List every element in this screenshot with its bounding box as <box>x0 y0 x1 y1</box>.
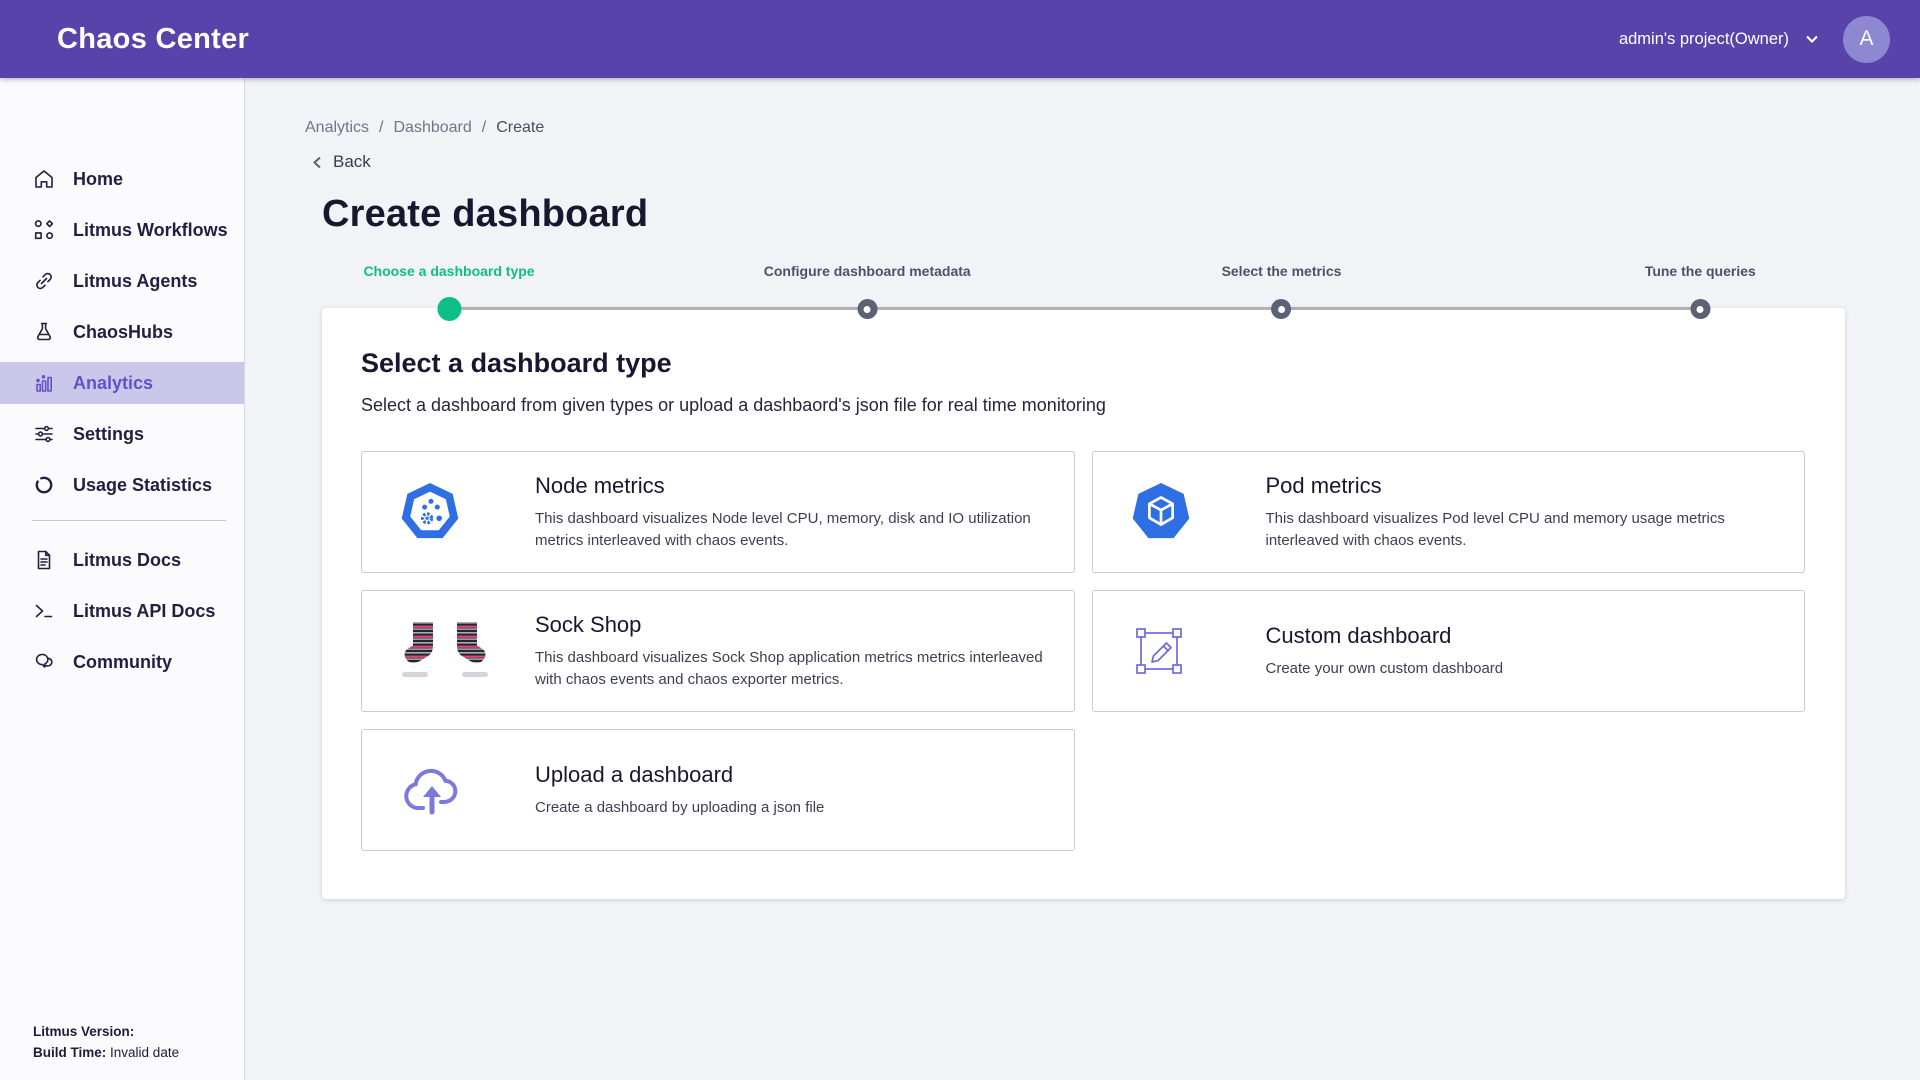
step-label: Choose a dashboard type <box>363 263 534 279</box>
api-docs-icon <box>32 599 56 623</box>
back-label: Back <box>333 152 371 172</box>
card-title: Upload a dashboard <box>535 762 1050 788</box>
upload-dashboard-icon <box>399 762 465 818</box>
sidebar-item-label: Community <box>73 652 172 673</box>
step-label: Tune the queries <box>1645 263 1756 279</box>
step-dot <box>857 299 877 319</box>
node-metrics-icon <box>399 481 461 543</box>
sidebar-item-chaoshubs[interactable]: ChaosHubs <box>0 311 244 353</box>
sidebar-item-analytics[interactable]: Analytics <box>0 362 244 404</box>
step-select-metrics: Select the metrics <box>1222 263 1342 279</box>
sidebar-item-label: Usage Statistics <box>73 475 212 496</box>
sidebar-footer: Litmus Version: Build Time: Invalid date <box>33 1021 179 1064</box>
home-icon <box>32 167 56 191</box>
step-configure-metadata: Configure dashboard metadata <box>764 263 971 279</box>
sock-shop-icon <box>399 620 491 682</box>
sidebar-item-settings[interactable]: Settings <box>0 413 244 455</box>
sidebar-divider <box>32 520 226 521</box>
breadcrumb-analytics[interactable]: Analytics <box>305 119 369 137</box>
stepper: Choose a dashboard type Configure dashbo… <box>322 263 1845 321</box>
sidebar-item-label: Home <box>73 169 123 190</box>
card-custom-dashboard[interactable]: Custom dashboard Create your own custom … <box>1092 590 1806 712</box>
sidebar-item-label: Litmus API Docs <box>73 601 215 622</box>
card-pod-metrics[interactable]: Pod metrics This dashboard visualizes Po… <box>1092 451 1806 573</box>
avatar[interactable]: A <box>1843 16 1890 63</box>
breadcrumb-separator: / <box>482 119 486 137</box>
workflows-icon <box>32 218 56 242</box>
app-header: Chaos Center admin's project(Owner) A <box>0 0 1920 78</box>
sidebar-item-litmus-workflows[interactable]: Litmus Workflows <box>0 209 244 251</box>
step-tune-queries: Tune the queries <box>1645 263 1756 279</box>
chaoshub-icon <box>32 320 56 344</box>
stepper-track <box>449 307 1700 310</box>
panel-subheading: Select a dashboard from given types or u… <box>361 395 1805 416</box>
docs-icon <box>32 548 56 572</box>
step-dot-active <box>437 297 461 321</box>
page-title: Create dashboard <box>322 193 1920 236</box>
card-node-metrics[interactable]: Node metrics This dashboard visualizes N… <box>361 451 1075 573</box>
main-content: Analytics / Dashboard / Create Back Crea… <box>245 78 1920 1080</box>
dashboard-type-panel: Select a dashboard type Select a dashboa… <box>322 308 1845 899</box>
back-chevron-icon <box>311 156 324 169</box>
build-time-label: Build Time: <box>33 1045 106 1060</box>
card-title: Pod metrics <box>1266 473 1781 499</box>
sidebar-item-label: Litmus Agents <box>73 271 197 292</box>
panel-heading: Select a dashboard type <box>361 348 1805 379</box>
card-description: This dashboard visualizes Node level CPU… <box>535 508 1050 552</box>
app-title: Chaos Center <box>57 23 249 56</box>
sidebar-item-home[interactable]: Home <box>0 158 244 200</box>
sidebar-item-litmus-docs[interactable]: Litmus Docs <box>0 539 244 581</box>
step-label: Configure dashboard metadata <box>764 263 971 279</box>
card-description: This dashboard visualizes Sock Shop appl… <box>535 647 1050 691</box>
card-upload-dashboard[interactable]: Upload a dashboard Create a dashboard by… <box>361 729 1075 851</box>
sidebar-item-community[interactable]: Community <box>0 641 244 683</box>
litmus-version-label: Litmus Version: <box>33 1024 134 1039</box>
breadcrumb-create: Create <box>496 119 544 137</box>
sidebar-item-label: Litmus Workflows <box>73 220 228 241</box>
step-label: Select the metrics <box>1222 263 1342 279</box>
breadcrumb-dashboard[interactable]: Dashboard <box>393 119 471 137</box>
breadcrumb-separator: / <box>379 119 383 137</box>
card-description: Create your own custom dashboard <box>1266 658 1781 680</box>
chevron-down-icon <box>1805 32 1819 46</box>
sidebar-item-litmus-api-docs[interactable]: Litmus API Docs <box>0 590 244 632</box>
custom-dashboard-icon <box>1130 622 1188 680</box>
pod-metrics-icon <box>1130 481 1192 543</box>
back-button[interactable]: Back <box>311 152 371 172</box>
community-icon <box>32 650 56 674</box>
card-description: Create a dashboard by uploading a json f… <box>535 797 1050 819</box>
card-description: This dashboard visualizes Pod level CPU … <box>1266 508 1781 552</box>
project-selector[interactable]: admin's project(Owner) <box>1619 30 1819 49</box>
avatar-initial: A <box>1859 27 1873 51</box>
sidebar-item-label: Settings <box>73 424 144 445</box>
build-time-value: Invalid date <box>110 1045 179 1060</box>
sidebar-item-litmus-agents[interactable]: Litmus Agents <box>0 260 244 302</box>
sidebar-item-usage-statistics[interactable]: Usage Statistics <box>0 464 244 506</box>
project-selector-label: admin's project(Owner) <box>1619 30 1789 49</box>
card-title: Node metrics <box>535 473 1050 499</box>
sidebar-item-label: Analytics <box>73 373 153 394</box>
step-dot <box>1271 299 1291 319</box>
agents-icon <box>32 269 56 293</box>
usage-statistics-icon <box>32 473 56 497</box>
step-choose-dashboard-type: Choose a dashboard type <box>363 263 534 279</box>
sidebar-item-label: ChaosHubs <box>73 322 173 343</box>
card-title: Custom dashboard <box>1266 623 1781 649</box>
step-dot <box>1690 299 1710 319</box>
analytics-icon <box>32 371 56 395</box>
breadcrumb: Analytics / Dashboard / Create <box>305 119 1920 137</box>
card-title: Sock Shop <box>535 612 1050 638</box>
settings-icon <box>32 422 56 446</box>
sidebar-item-label: Litmus Docs <box>73 550 181 571</box>
sidebar: Home Litmus Workflows Litmus Agents Chao… <box>0 78 245 1080</box>
card-sock-shop[interactable]: Sock Shop This dashboard visualizes Sock… <box>361 590 1075 712</box>
